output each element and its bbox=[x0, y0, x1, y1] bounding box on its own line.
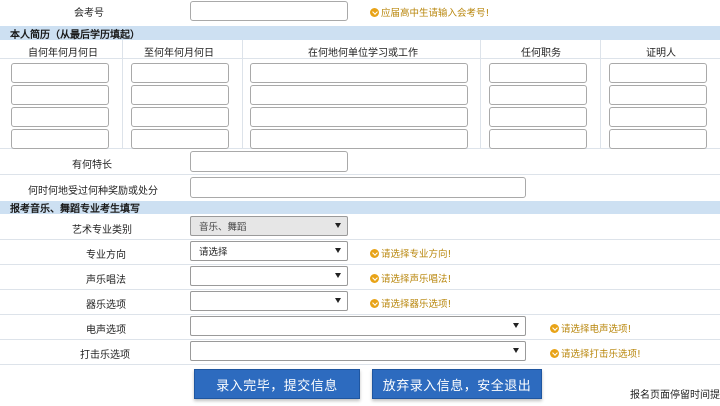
electro-hint-text: 请选择电声选项! bbox=[561, 324, 632, 335]
resume-place-input[interactable] bbox=[250, 107, 468, 127]
resume-witness-input[interactable] bbox=[609, 107, 707, 127]
grid-line bbox=[480, 40, 481, 148]
art-category-select[interactable]: 音乐、舞蹈 bbox=[190, 216, 348, 236]
grid-line bbox=[0, 364, 720, 365]
chevron-down-icon bbox=[335, 248, 341, 253]
info-icon bbox=[550, 348, 559, 358]
resume-witness-input[interactable] bbox=[609, 85, 707, 105]
resume-position-input[interactable] bbox=[489, 129, 587, 149]
resume-from-input[interactable] bbox=[11, 107, 109, 127]
submit-button[interactable]: 录入完毕，提交信息 bbox=[194, 369, 360, 399]
electro-label: 电声选项 bbox=[86, 325, 126, 336]
music-section-title: 报考音乐、舞蹈专业考生填写 bbox=[10, 204, 140, 215]
chevron-down-icon bbox=[335, 273, 341, 278]
grid-line bbox=[0, 289, 720, 290]
chevron-down-icon bbox=[513, 348, 519, 353]
grid-line bbox=[122, 40, 123, 148]
resume-place-input[interactable] bbox=[250, 63, 468, 83]
grid-line bbox=[0, 314, 720, 315]
awards-label: 何时何地受过何种奖励或处分 bbox=[28, 186, 158, 197]
vocal-hint-text: 请选择声乐唱法! bbox=[381, 274, 452, 285]
direction-hint: 请选择专业方向! bbox=[370, 246, 451, 260]
stay-time-notice: 报名页面停留时间提 bbox=[630, 386, 720, 400]
resume-witness-input[interactable] bbox=[609, 63, 707, 83]
awards-input[interactable] bbox=[190, 177, 526, 198]
resume-from-input[interactable] bbox=[11, 129, 109, 149]
resume-place-input[interactable] bbox=[250, 85, 468, 105]
electro-hint: 请选择电声选项! bbox=[550, 321, 631, 335]
exam-no-hint-text: 应届高中生请输入会考号! bbox=[381, 8, 490, 19]
resume-position-input[interactable] bbox=[489, 85, 587, 105]
grid-line bbox=[242, 40, 243, 148]
exam-no-hint: 应届高中生请输入会考号! bbox=[370, 5, 489, 19]
resume-to-input[interactable] bbox=[131, 63, 229, 83]
percussion-select[interactable] bbox=[190, 341, 526, 361]
info-icon bbox=[370, 273, 379, 283]
col-to-date: 至何年何月何日 bbox=[144, 48, 214, 59]
music-section-header: 报考音乐、舞蹈专业考生填写 bbox=[0, 201, 720, 215]
instrument-label: 器乐选项 bbox=[86, 300, 126, 311]
exam-no-input[interactable] bbox=[190, 1, 348, 21]
chevron-down-icon bbox=[335, 298, 341, 303]
art-category-label: 艺术专业类别 bbox=[72, 225, 132, 236]
specialty-label: 有何特长 bbox=[72, 160, 112, 171]
col-from-date: 自何年何月何日 bbox=[28, 48, 98, 59]
resume-from-input[interactable] bbox=[11, 63, 109, 83]
direction-label: 专业方向 bbox=[86, 250, 126, 261]
chevron-down-icon bbox=[513, 323, 519, 328]
vocal-hint: 请选择声乐唱法! bbox=[370, 271, 451, 285]
cancel-exit-button[interactable]: 放弃录入信息，安全退出 bbox=[372, 369, 542, 399]
info-icon bbox=[370, 298, 379, 308]
resume-position-input[interactable] bbox=[489, 107, 587, 127]
grid-line bbox=[0, 264, 720, 265]
electro-select[interactable] bbox=[190, 316, 526, 336]
grid-line bbox=[0, 239, 720, 240]
info-icon bbox=[370, 7, 379, 17]
percussion-hint: 请选择打击乐选项! bbox=[550, 346, 641, 360]
resume-place-input[interactable] bbox=[250, 129, 468, 149]
resume-to-input[interactable] bbox=[131, 107, 229, 127]
direction-hint-text: 请选择专业方向! bbox=[381, 249, 452, 260]
percussion-hint-text: 请选择打击乐选项! bbox=[561, 349, 641, 360]
resume-to-input[interactable] bbox=[131, 85, 229, 105]
resume-witness-input[interactable] bbox=[609, 129, 707, 149]
col-place: 在何地何单位学习或工作 bbox=[308, 48, 418, 59]
grid-line bbox=[0, 58, 720, 59]
resume-position-input[interactable] bbox=[489, 63, 587, 83]
grid-line bbox=[600, 40, 601, 148]
resume-to-input[interactable] bbox=[131, 129, 229, 149]
col-witness: 证明人 bbox=[646, 48, 676, 59]
vocal-select[interactable] bbox=[190, 266, 348, 286]
grid-line bbox=[0, 339, 720, 340]
resume-section-title: 本人简历（从最后学历填起） bbox=[10, 29, 140, 41]
resume-section-header: 本人简历（从最后学历填起） bbox=[0, 26, 720, 41]
art-category-value: 音乐、舞蹈 bbox=[199, 222, 247, 233]
info-icon bbox=[370, 248, 379, 258]
direction-select[interactable]: 请选择 bbox=[190, 241, 348, 261]
direction-value: 请选择 bbox=[199, 247, 228, 258]
exam-no-label: 会考号 bbox=[74, 8, 104, 19]
instrument-hint-text: 请选择器乐选项! bbox=[381, 299, 452, 310]
grid-line bbox=[0, 174, 720, 175]
instrument-hint: 请选择器乐选项! bbox=[370, 296, 451, 310]
chevron-down-icon bbox=[335, 223, 341, 228]
resume-from-input[interactable] bbox=[11, 85, 109, 105]
instrument-select[interactable] bbox=[190, 291, 348, 311]
percussion-label: 打击乐选项 bbox=[80, 350, 130, 361]
col-position: 任何职务 bbox=[521, 48, 561, 59]
specialty-input[interactable] bbox=[190, 151, 348, 172]
vocal-label: 声乐唱法 bbox=[86, 275, 126, 286]
info-icon bbox=[550, 323, 559, 333]
